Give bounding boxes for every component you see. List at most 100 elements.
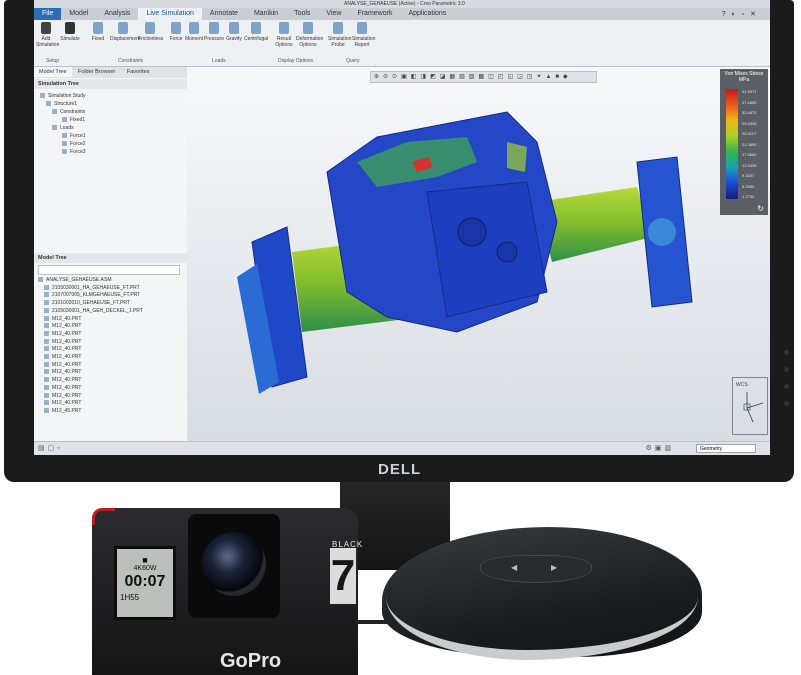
tree-node[interactable]: Loads bbox=[52, 125, 74, 132]
arrow-right-icon: ▶ bbox=[551, 563, 558, 572]
arrow-left-icon: ◀ bbox=[511, 563, 518, 572]
deformation-icon bbox=[303, 22, 313, 34]
housing-center-block bbox=[426, 181, 548, 318]
centrifugal-button[interactable]: Centrifugal bbox=[244, 22, 268, 42]
tab-live-simulation[interactable]: Live Simulation bbox=[138, 8, 202, 20]
flange-bore bbox=[648, 218, 676, 246]
tab-file[interactable]: File bbox=[34, 8, 62, 20]
moment-button[interactable]: Moment bbox=[184, 22, 204, 42]
model-tree-item[interactable]: ANALYSE_GEHAEUSE.ASM bbox=[38, 277, 112, 284]
fixed-button[interactable]: Fixed bbox=[88, 22, 108, 42]
model-tree-item[interactable]: M12_40.PRT bbox=[44, 331, 81, 338]
action-camera: ■ 4K60W 00:07 1H55 BLACK 7 GoPro bbox=[92, 508, 362, 675]
model-tree-item[interactable]: M12_40.PRT bbox=[44, 339, 81, 346]
model-tree-item[interactable]: M12_40.PRT bbox=[44, 316, 81, 323]
legend-tick-label: 37.4800 bbox=[742, 99, 757, 105]
frictionless-button[interactable]: Frictionless bbox=[138, 22, 163, 42]
tab-framework[interactable]: Framework bbox=[349, 8, 400, 20]
gravity-icon bbox=[229, 22, 239, 34]
simulation-probe-button[interactable]: Simulation Probe bbox=[328, 22, 351, 48]
tree-node[interactable]: Simulation Study bbox=[40, 93, 86, 100]
view-toolbar[interactable]: ⊕⊖⊙▣◧◨◩◪▦▧▨▩◫◰◱◲◳✦▲■◆ bbox=[370, 71, 597, 83]
video-icon: ■ bbox=[142, 555, 148, 565]
add-simulation-button[interactable]: Add Simulation bbox=[36, 22, 59, 48]
model-tree-item[interactable]: 2105030001_HA_GEHAEUSE_FT.PRT bbox=[44, 285, 140, 292]
model-tree-item[interactable]: M12_40.PRT bbox=[44, 323, 81, 330]
pressure-icon bbox=[209, 22, 219, 34]
simulation-report-button[interactable]: Simulation Report bbox=[352, 22, 375, 48]
graphics-area[interactable]: ⊕⊖⊙▣◧◨◩◪▦▧▨▩◫◰◱◲◳✦▲■◆ Von Mises Stress M… bbox=[187, 67, 770, 441]
tab-applications[interactable]: Applications bbox=[400, 8, 454, 20]
window-title: ANALYSE_GEHAEUSE (Active) - Creo Paramet… bbox=[344, 1, 465, 7]
fixed-constraint-icon bbox=[93, 22, 103, 34]
panel-tab-folder-browser[interactable]: Folder Browser bbox=[73, 67, 120, 77]
result-options-button[interactable]: Result Options bbox=[274, 22, 294, 48]
tab-annotate[interactable]: Annotate bbox=[202, 8, 246, 20]
model-tree-item[interactable]: M12_45.PRT bbox=[44, 408, 81, 415]
pressure-button[interactable]: Pressure bbox=[204, 22, 224, 42]
camera-lens bbox=[202, 532, 266, 596]
window-title-bar: ANALYSE_GEHAEUSE (Active) - Creo Paramet… bbox=[34, 0, 770, 8]
tab-analysis[interactable]: Analysis bbox=[96, 8, 138, 20]
gravity-button[interactable]: Gravity bbox=[224, 22, 244, 42]
displacement-button[interactable]: Displacement bbox=[110, 22, 140, 42]
force-icon bbox=[171, 22, 181, 34]
group-display-options: Display Options bbox=[278, 58, 314, 64]
centrifugal-icon bbox=[251, 22, 261, 34]
simulate-button[interactable]: Simulate bbox=[60, 22, 80, 42]
model-tree-header[interactable]: Model Tree bbox=[34, 253, 187, 263]
status-tools[interactable]: ⚙▣▥ bbox=[645, 444, 674, 452]
lcd-remaining: 1H55 bbox=[120, 593, 140, 602]
model-tree-search[interactable] bbox=[38, 265, 180, 275]
tree-node[interactable]: Fixed1 bbox=[62, 117, 85, 124]
tree-node[interactable]: Force3 bbox=[62, 149, 86, 156]
tree-node[interactable]: Force1 bbox=[62, 133, 86, 140]
force-button[interactable]: Force bbox=[166, 22, 186, 42]
legend-tick-label: 41.9971 bbox=[742, 89, 757, 94]
selection-filter[interactable]: Geometry bbox=[696, 444, 756, 453]
plus-icon bbox=[41, 22, 51, 34]
monitor-buttons[interactable] bbox=[784, 350, 790, 406]
tab-tools[interactable]: Tools bbox=[286, 8, 318, 20]
status-bar-icons[interactable]: ▤▢▫ bbox=[38, 444, 63, 452]
tree-node[interactable]: Constraints bbox=[52, 109, 85, 116]
tree-node[interactable]: Structure1 bbox=[46, 101, 77, 108]
tab-model[interactable]: Model bbox=[61, 8, 96, 20]
legend-tick-label: 25.4117 bbox=[742, 131, 757, 136]
svg-text:WCS: WCS bbox=[736, 382, 748, 388]
fea-model[interactable] bbox=[207, 102, 727, 402]
mouse-silver-band bbox=[386, 590, 698, 660]
model-tree-item[interactable]: M12_40.PRT bbox=[44, 346, 81, 353]
monitor: ANALYSE_GEHAEUSE (Active) - Creo Paramet… bbox=[4, 0, 794, 482]
panel-tab-model-tree[interactable]: Model Tree bbox=[34, 67, 72, 77]
model-tree-item[interactable]: M12_40.PRT bbox=[44, 400, 81, 407]
model-tree-item[interactable]: M12_40.PRT bbox=[44, 377, 81, 384]
model-tree-item[interactable]: 2107007005_KLMGEHAEUSE_FT.PRT bbox=[44, 292, 140, 299]
model-tree-item[interactable]: 2105030001_HA_GEH_DECKEL_1.PRT bbox=[44, 308, 143, 315]
bore-hole bbox=[496, 241, 518, 263]
view-toolbar-icons[interactable]: ⊕⊖⊙▣◧◨◩◪▦▧▨▩◫◰◱◲◳✦▲■◆ bbox=[371, 72, 596, 82]
legend-reset-icon[interactable]: ↻ bbox=[757, 204, 764, 213]
legend-tick-label: 29.4345 bbox=[742, 120, 757, 126]
model-tree-item[interactable]: M12_40.PRT bbox=[44, 385, 81, 392]
stop-icon bbox=[65, 22, 75, 34]
tree-node[interactable]: Force2 bbox=[62, 141, 86, 148]
panel-tab-favorites[interactable]: Favorites bbox=[122, 67, 155, 77]
frictionless-icon bbox=[145, 22, 155, 34]
model-tree-item[interactable]: M12_40.PRT bbox=[44, 393, 81, 400]
model-tree-item[interactable]: M12_40.PRT bbox=[44, 362, 81, 369]
bore-hole bbox=[457, 217, 487, 247]
model-tree-item[interactable]: M12_40.PRT bbox=[44, 369, 81, 376]
model-tree-item[interactable]: 2101003010_GEHAEUSE_FT.PRT bbox=[44, 300, 130, 307]
group-query: Query bbox=[346, 58, 360, 64]
mouse-side-buttons: ◀ ▶ bbox=[480, 555, 592, 583]
deformation-options-button[interactable]: Deformation Options bbox=[296, 22, 323, 48]
tab-view[interactable]: View bbox=[318, 8, 349, 20]
monitor-screen: ANALYSE_GEHAEUSE (Active) - Creo Paramet… bbox=[34, 0, 770, 455]
legend-tick-label: 1.2752 bbox=[742, 194, 755, 199]
report-icon bbox=[357, 22, 367, 34]
status-bar: ▤▢▫ ⚙▣▥ Geometry bbox=[34, 441, 770, 455]
simulation-tree-header[interactable]: Simulation Tree bbox=[34, 79, 187, 89]
model-tree-item[interactable]: M12_40.PRT bbox=[44, 354, 81, 361]
tab-manikin[interactable]: Manikin bbox=[246, 8, 286, 20]
